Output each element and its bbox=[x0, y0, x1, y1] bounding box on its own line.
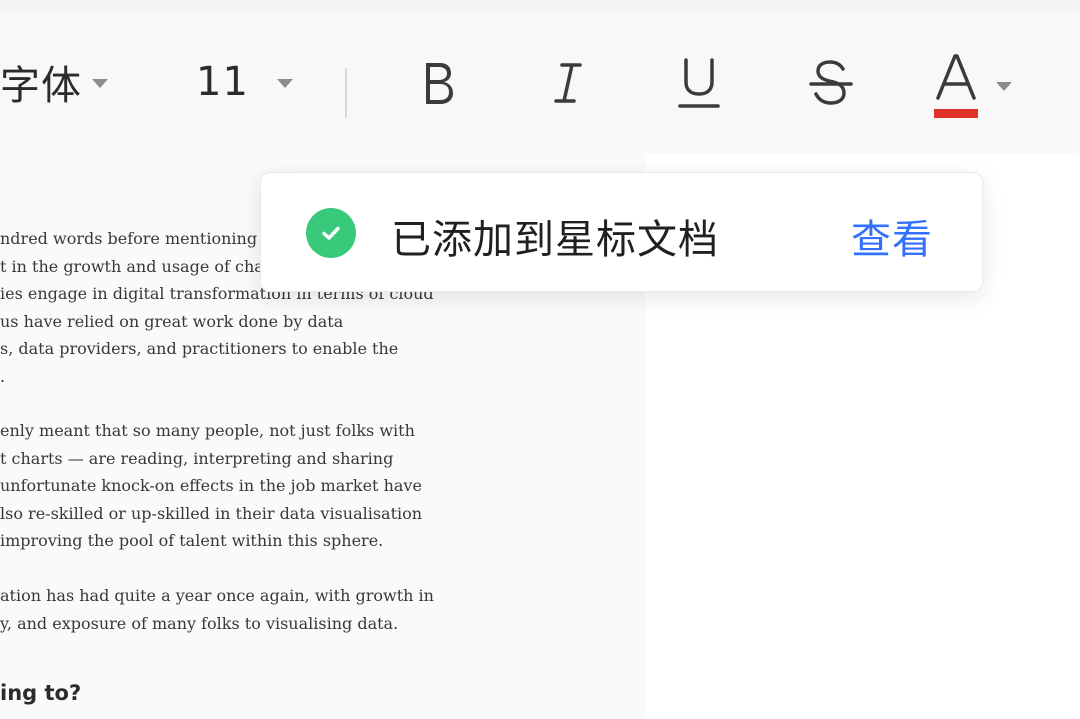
toast-message: 已添加到星标文档 bbox=[391, 217, 719, 263]
document-paragraph: enly meant that so many people, not just… bbox=[0, 417, 422, 555]
text-line: s, data providers, and practitioners to … bbox=[0, 339, 399, 359]
text-line: us have relied on great work done by dat… bbox=[0, 311, 344, 331]
check-circle-icon bbox=[306, 208, 356, 258]
text-line: improving the pool of talent within this… bbox=[0, 531, 384, 551]
text-line: enly meant that so many people, not just… bbox=[0, 421, 415, 440]
text-line: unfortunate knock-on effects in the job … bbox=[0, 476, 422, 496]
font-size-label: 11 bbox=[196, 59, 249, 105]
font-family-dropdown[interactable]: 字体 bbox=[0, 54, 108, 110]
chevron-down-icon bbox=[996, 82, 1012, 91]
toast-notification: 已添加到星标文档 查看 bbox=[260, 172, 983, 292]
text-line: . bbox=[0, 366, 6, 386]
font-family-label: 字体 bbox=[0, 63, 82, 109]
italic-icon bbox=[554, 63, 582, 103]
document-heading: ing to? bbox=[0, 681, 82, 705]
view-link[interactable]: 查看 bbox=[851, 207, 933, 265]
chevron-down-icon bbox=[276, 78, 293, 88]
format-toolbar: 字体 11 bbox=[0, 12, 1080, 152]
underline-button[interactable] bbox=[669, 52, 729, 114]
strikethrough-icon bbox=[809, 60, 853, 105]
text-line: lso re-skilled or up-skilled in their da… bbox=[0, 503, 423, 523]
toolbar-divider bbox=[345, 68, 347, 118]
italic-button[interactable] bbox=[538, 52, 598, 114]
font-color-icon bbox=[934, 54, 978, 118]
bold-icon bbox=[426, 63, 453, 104]
text-line: ation has had quite a year once again, w… bbox=[0, 586, 434, 605]
text-line: t charts — are reading, interpreting and… bbox=[0, 448, 394, 468]
bold-button[interactable] bbox=[408, 52, 468, 114]
document-paragraph: ation has had quite a year once again, w… bbox=[0, 582, 434, 637]
font-size-dropdown[interactable]: 11 bbox=[196, 54, 293, 110]
strikethrough-button[interactable] bbox=[801, 52, 861, 114]
check-icon bbox=[322, 226, 340, 240]
text-line: y, and exposure of many folks to visuali… bbox=[0, 613, 399, 633]
font-color-button[interactable] bbox=[932, 52, 1012, 124]
underline-icon bbox=[678, 58, 720, 108]
chevron-down-icon bbox=[92, 78, 108, 88]
